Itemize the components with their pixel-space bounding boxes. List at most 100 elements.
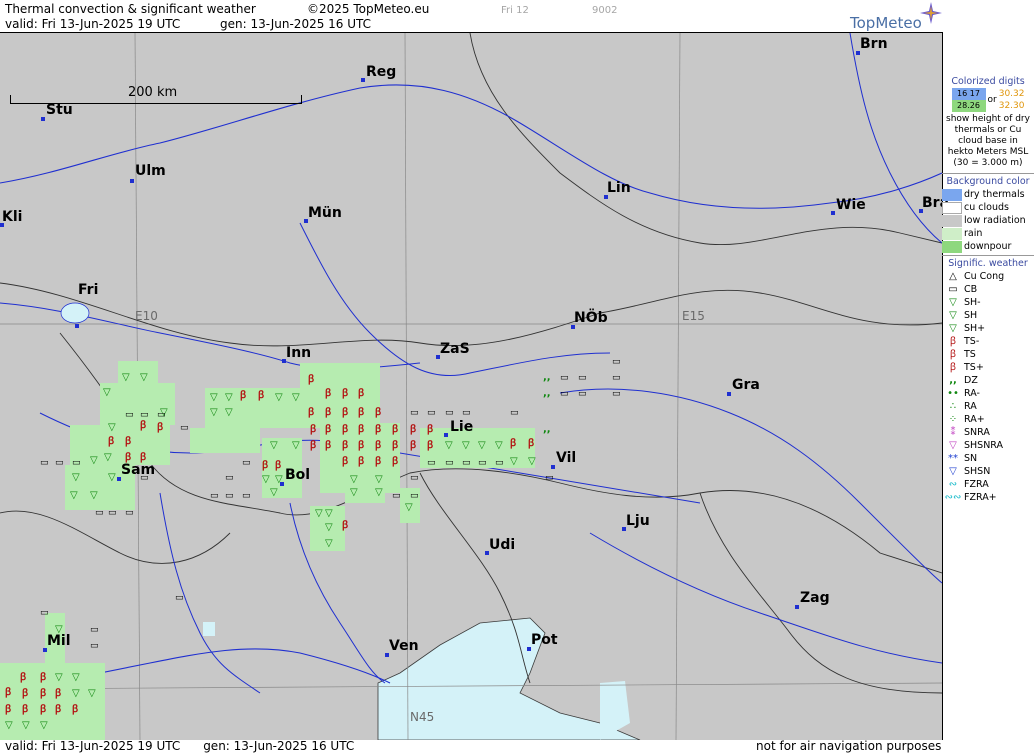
- weather-map[interactable]: 200 km E10 E15 N45 ▽ ▽ ▽ ▽ ▽ ꞵ ꞵ ꞵ ꞵ ▽ ▽…: [0, 32, 949, 740]
- city-dot-stu: [41, 117, 45, 121]
- snow-rain-shower-icon: ▽: [949, 439, 957, 451]
- legend-digits-a: 16 17: [957, 89, 980, 98]
- legend-wx-fzraplus: ∾∾ FZRA+: [942, 491, 1034, 504]
- city-pot: Pot: [531, 632, 558, 648]
- legend-digits-c: 30.32: [998, 89, 1025, 99]
- city-dot-reg: [361, 78, 365, 82]
- city-dot-zag: [795, 605, 799, 609]
- city-mun: Mün: [308, 205, 342, 221]
- shower-light-icon: ▽: [949, 296, 957, 308]
- cb-icon: ▭: [948, 283, 958, 295]
- city-fri: Fri: [78, 282, 99, 298]
- city-dot-wie: [831, 211, 835, 215]
- swatch-dry: [942, 188, 962, 201]
- legend-wx-tsplus: ꞵ TS+: [942, 361, 1034, 374]
- legend-wx-raminus: •• RA-: [942, 387, 1034, 400]
- legend-digits-desc: show height of dry thermals or Cu cloud …: [946, 114, 1030, 168]
- city-inn: Inn: [286, 345, 312, 361]
- footer-disclaimer: not for air navigation purposes: [756, 739, 942, 753]
- legend-wx-dz: ,, DZ: [942, 374, 1034, 387]
- legend-wx-raplus: ⁘ RA+: [942, 413, 1034, 426]
- city-zas: ZaS: [440, 341, 470, 357]
- legend-bg-low: low radiation: [942, 214, 1034, 227]
- footer-valid: valid: Fri 13-Jun-2025 19 UTC gen: 13-Ju…: [5, 739, 355, 753]
- legend-bg-downpour: downpour: [942, 240, 1034, 253]
- city-lju: Lju: [626, 513, 650, 529]
- scale-label: 200 km: [128, 85, 178, 100]
- snow-rain-icon: ⁑: [950, 426, 956, 438]
- drizzle-icon: ,,: [949, 374, 957, 386]
- city-bol: Bol: [285, 467, 311, 483]
- rain-light-icon: ••: [947, 387, 959, 399]
- topmeteo-logo[interactable]: TopMeteo: [850, 14, 922, 32]
- code-label: 9002: [592, 5, 618, 16]
- thunderstorm-light-icon: ꞵ: [949, 335, 957, 347]
- snow-icon: **: [948, 452, 958, 464]
- thunderstorm-heavy-icon: ꞵ: [949, 361, 957, 373]
- freezing-rain-icon: ∾: [948, 478, 958, 490]
- rain-heavy-icon: ⁘: [948, 413, 958, 425]
- map-title: Thermal convection & significant weather: [5, 2, 256, 16]
- rain-icon: ∴: [949, 400, 957, 412]
- city-dot-lie: [444, 433, 448, 437]
- city-gra: Gra: [732, 377, 760, 393]
- legend-bg-cu: cu clouds: [942, 201, 1034, 214]
- gen-time: gen: 13-Jun-2025 16 UTC: [220, 17, 372, 31]
- copyright: ©2025 TopMeteo.eu: [307, 2, 430, 16]
- city-nob: NÖb: [574, 310, 608, 326]
- swatch-cu: [942, 201, 962, 214]
- swatch-low: [942, 214, 962, 227]
- day-label: Fri 12: [501, 5, 529, 16]
- legend-wx-cucong: △ Cu Cong: [942, 270, 1034, 283]
- grid-label-e10: E10: [135, 309, 158, 323]
- city-reg: Reg: [366, 64, 397, 80]
- legend-bg-dry: dry thermals: [942, 188, 1034, 201]
- city-kli: Kli: [2, 209, 23, 225]
- compass-star-icon: [920, 2, 942, 24]
- legend-digits-b: 28.26: [951, 100, 986, 112]
- footer-gen: gen: 13-Jun-2025 16 UTC: [203, 739, 355, 753]
- freezing-rain-heavy-icon: ∾∾: [944, 491, 962, 503]
- city-dot-gra: [727, 392, 731, 396]
- legend-digits-or: or: [987, 95, 997, 105]
- legend-wx-sh: ▽ SH: [942, 309, 1034, 322]
- grid-label-n45: N45: [410, 710, 435, 724]
- city-brn: Brn: [860, 36, 888, 52]
- swatch-downpour: [942, 240, 962, 253]
- city-sam: Sam: [121, 462, 156, 478]
- valid-time: valid: Fri 13-Jun-2025 19 UTC: [5, 17, 181, 31]
- legend-wx-sn: ** SN: [942, 452, 1034, 465]
- city-wie: Wie: [836, 197, 866, 213]
- city-mil: Mil: [47, 633, 71, 649]
- legend-wx-ts: ꞵ TS: [942, 348, 1034, 361]
- legend-wx-shsnra: ▽ SHSNRA: [942, 439, 1034, 452]
- thunderstorm-icon: ꞵ: [949, 348, 957, 360]
- legend-wx-cb: ▭ CB: [942, 283, 1034, 296]
- city-dot-vil: [551, 465, 555, 469]
- city-dot-fri: [75, 324, 79, 328]
- snow-shower-icon: ▽: [949, 465, 957, 477]
- city-udi: Udi: [489, 537, 516, 553]
- legend-bg-rain: rain: [942, 227, 1034, 240]
- shower-icon: ▽: [949, 309, 957, 321]
- city-zag: Zag: [800, 590, 830, 606]
- legend-digits-title: Colorized digits: [951, 76, 1025, 87]
- legend-wx-title: Signific. weather: [948, 258, 1028, 269]
- legend-bg-title: Background color: [946, 176, 1030, 187]
- legend-wx-shminus: ▽ SH-: [942, 296, 1034, 309]
- legend-wx-shplus: ▽ SH+: [942, 322, 1034, 335]
- city-vil: Vil: [556, 450, 577, 466]
- city-ulm: Ulm: [135, 163, 166, 179]
- legend-panel: Colorized digits 16 17 28.26 or 30.32 32…: [942, 76, 1034, 504]
- city-dot-ulm: [130, 179, 134, 183]
- legend-wx-fzra: ∾ FZRA: [942, 478, 1034, 491]
- legend-wx-shsn: ▽ SHSN: [942, 465, 1034, 478]
- city-stu: Stu: [46, 102, 73, 118]
- city-dot-bol: [280, 482, 284, 486]
- city-lin: Lin: [607, 180, 631, 196]
- legend-wx-ra: ∴ RA: [942, 400, 1034, 413]
- swatch-rain: [942, 227, 962, 240]
- city-ven: Ven: [389, 638, 419, 654]
- legend-wx-tsminus: ꞵ TS-: [942, 335, 1034, 348]
- city-lie: Lie: [450, 419, 474, 435]
